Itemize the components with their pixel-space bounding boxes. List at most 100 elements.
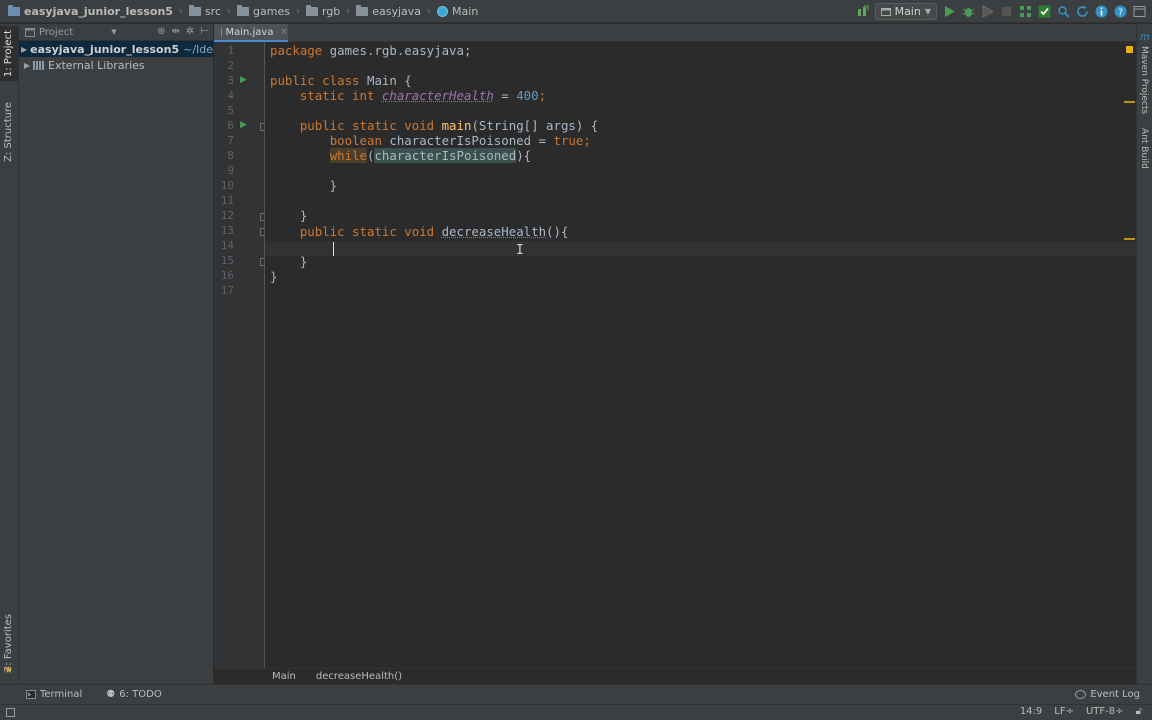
code-editor[interactable]: package games.rgb.easyjava; public class…: [265, 42, 1136, 668]
tab-structure[interactable]: Z: Structure: [3, 102, 14, 162]
breadcrumb-games[interactable]: games: [237, 4, 290, 18]
breadcrumb-rgb[interactable]: rgb: [305, 4, 340, 18]
project-panel-header: Project ▼ ⊕ ⇹ ✲ ⊢: [19, 24, 213, 41]
run-icon[interactable]: [943, 5, 956, 18]
warning-status-icon[interactable]: [1126, 46, 1133, 53]
breadcrumb-project[interactable]: easyjava_junior_lesson5: [8, 4, 173, 18]
folder-icon: [188, 4, 201, 16]
folder-icon: [237, 4, 250, 16]
tool-windows-toggle-icon[interactable]: [6, 708, 15, 717]
left-tool-window-strip: 1: Project Z: Structure 2: Favorites ★: [0, 24, 19, 684]
tab-maven-projects[interactable]: Maven Projects: [1139, 46, 1149, 114]
line-number: 17: [220, 284, 234, 297]
refresh-icon[interactable]: [1076, 5, 1089, 18]
chevron-right-icon: ›: [295, 5, 300, 17]
run-gutter-icon[interactable]: ▶: [240, 120, 247, 130]
line-number: 11: [220, 194, 234, 207]
locate-file-icon[interactable]: ⊕: [157, 26, 165, 37]
line-separator-select[interactable]: LF÷: [1054, 706, 1074, 717]
code-line-15: }: [270, 254, 308, 269]
line-number: 16: [220, 269, 234, 282]
layout-icon[interactable]: [1133, 5, 1146, 18]
gear-icon[interactable]: ✲: [186, 26, 194, 37]
chevron-right-icon: ›: [227, 5, 232, 17]
vcs-commit-icon[interactable]: [1038, 5, 1051, 18]
terminal-icon: [26, 690, 36, 699]
line-number: 8: [227, 149, 234, 162]
code-line-8: while(characterIsPoisoned){: [329, 148, 532, 163]
code-line-3: public class Main {: [270, 73, 412, 88]
breadcrumb-src[interactable]: src: [188, 4, 221, 18]
tab-todo[interactable]: ⚉ 6: TODO: [106, 689, 161, 700]
line-number: 4: [227, 89, 234, 102]
right-tool-window-strip: m Maven Projects Ant Build: [1136, 24, 1152, 684]
breadcrumb-method[interactable]: decreaseHealth(): [316, 671, 402, 682]
code-line-12: }: [270, 208, 308, 223]
line-number: 9: [227, 164, 234, 177]
chevron-right-icon: ›: [178, 5, 183, 17]
speech-bubble-icon: [1075, 690, 1087, 699]
help-icon[interactable]: ?: [1114, 5, 1127, 18]
line-number: 7: [227, 134, 234, 147]
project-folder-icon: [8, 4, 20, 16]
editor-tab-bar: Main.java ×: [214, 24, 1136, 42]
coverage-icon[interactable]: [981, 5, 994, 18]
stop-icon[interactable]: [1000, 5, 1013, 18]
tree-item-project[interactable]: ▶ easyjava_junior_lesson5 ~/Idea: [19, 41, 220, 57]
navigation-bar: easyjava_junior_lesson5 › src › games › …: [0, 0, 1152, 23]
folder-icon: [305, 4, 318, 16]
warning-marker[interactable]: [1124, 101, 1135, 103]
chevron-down-icon[interactable]: ▼: [111, 28, 116, 36]
breadcrumb-class[interactable]: Main: [272, 671, 296, 682]
project-view-select[interactable]: Project: [39, 27, 73, 38]
line-number: 13: [220, 224, 234, 237]
svg-text:?: ?: [1118, 8, 1123, 18]
project-structure-icon[interactable]: [1019, 5, 1032, 18]
line-number: 5: [227, 104, 234, 117]
current-line-highlight: [265, 241, 1136, 256]
info-icon[interactable]: [1095, 5, 1108, 18]
collapse-all-icon[interactable]: ⇹: [172, 26, 180, 37]
tab-terminal[interactable]: Terminal: [26, 689, 82, 700]
search-icon[interactable]: [1057, 5, 1070, 18]
lock-icon[interactable]: 🔓︎: [1136, 706, 1142, 717]
breadcrumb-main[interactable]: Main: [437, 5, 478, 18]
code-line-13: public static void decreaseHealth(){: [299, 224, 569, 239]
run-gutter-icon[interactable]: ▶: [240, 75, 247, 85]
class-icon: [437, 5, 449, 17]
tab-favorites[interactable]: 2: Favorites: [3, 614, 14, 672]
hide-panel-icon[interactable]: ⊢: [200, 26, 209, 37]
tab-project[interactable]: 1: Project: [0, 26, 19, 82]
encoding-select[interactable]: UTF-8÷: [1086, 706, 1124, 717]
line-number: 6: [227, 119, 234, 132]
project-view-icon: [25, 27, 35, 37]
editor-gutter: 1 2 3 4 5 6 7 8 9 10 11 12 13 14 15 16 1…: [214, 42, 268, 668]
line-number: 15: [220, 254, 234, 267]
line-number: 1: [227, 44, 234, 57]
build-icon[interactable]: [856, 5, 869, 18]
debug-icon[interactable]: [962, 5, 975, 18]
tab-main-java[interactable]: Main.java ×: [214, 24, 288, 42]
main-toolbar: Main ▼ ?: [856, 0, 1146, 23]
warning-marker[interactable]: [1124, 238, 1135, 240]
line-number: 14: [220, 239, 234, 252]
line-number: 3: [227, 74, 234, 87]
application-icon: [880, 7, 891, 16]
status-bar: 14:9 LF÷ UTF-8÷ 🔓︎: [0, 704, 1152, 720]
bottom-tool-window-bar: Terminal ⚉ 6: TODO Event Log: [0, 684, 1152, 704]
tab-ant-build[interactable]: Ant Build: [1139, 128, 1149, 169]
code-line-1: package games.rgb.easyjava;: [270, 43, 472, 58]
code-line-7: boolean characterIsPoisoned = true;: [329, 133, 591, 148]
tab-event-log[interactable]: Event Log: [1075, 689, 1140, 700]
close-icon[interactable]: ×: [280, 27, 288, 37]
expand-arrow-icon[interactable]: ▶: [21, 45, 27, 54]
code-line-16: }: [270, 269, 278, 284]
folder-icon: [356, 4, 369, 16]
breadcrumb-easyjava[interactable]: easyjava: [356, 4, 421, 18]
expand-arrow-icon[interactable]: ▶: [21, 61, 33, 70]
run-configuration-select[interactable]: Main ▼: [874, 3, 937, 20]
tree-item-external-libraries[interactable]: ▶ External Libraries: [19, 57, 213, 73]
line-number: 10: [220, 179, 234, 192]
caret-position[interactable]: 14:9: [1020, 706, 1042, 717]
project-panel: Project ▼ ⊕ ⇹ ✲ ⊢ ▶ easyjava_junior_less…: [19, 24, 220, 684]
